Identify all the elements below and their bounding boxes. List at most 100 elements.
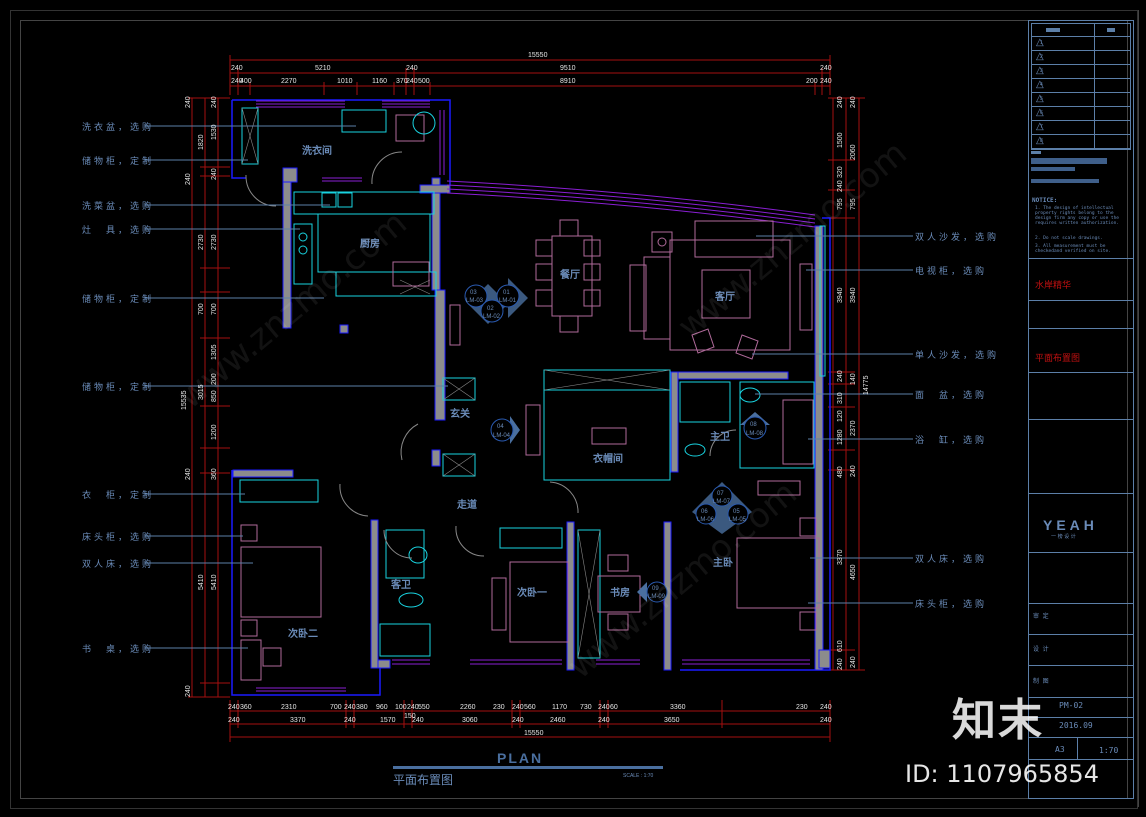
svg-text:240: 240 <box>850 96 857 108</box>
notice-label: NOTICE: <box>1032 197 1058 204</box>
svg-text:07: 07 <box>717 491 724 497</box>
note-left: 双人床，选购 <box>82 560 155 570</box>
svg-text:2460: 2460 <box>550 717 566 724</box>
elevation-marker-4: 04 LM-04 <box>490 416 520 444</box>
svg-text:240: 240 <box>344 717 356 724</box>
svg-text:LM-08: LM-08 <box>746 431 764 437</box>
note-right: 双人床，选购 <box>915 555 988 565</box>
svg-text:3360: 3360 <box>670 704 686 711</box>
elevation-marker-8: 08 LM-08 <box>740 412 770 440</box>
drawing-ratio: 1:70 <box>1099 746 1119 755</box>
revision-table: △ 1 △ 2 △ 3 △ 4 △ 5 △ 6 △ 7 △ 8 <box>1031 23 1131 150</box>
dim-top-total: 15550 <box>528 52 548 59</box>
svg-text:2270: 2270 <box>281 78 297 85</box>
svg-text:LM-03: LM-03 <box>466 298 484 304</box>
svg-text:380: 380 <box>356 704 368 711</box>
plan-title-cn: 平面布置图 <box>393 773 454 787</box>
svg-text:240: 240 <box>231 65 243 72</box>
svg-text:240: 240 <box>185 173 192 185</box>
revision-number: 5 <box>1040 96 1043 102</box>
svg-text:140: 140 <box>850 373 857 385</box>
watermark-brand: 知末 <box>952 695 1044 746</box>
svg-text:1170: 1170 <box>552 704 567 711</box>
svg-text:2310: 2310 <box>281 704 297 711</box>
svg-text:2730: 2730 <box>198 234 205 250</box>
note-left: 储物柜，定制 <box>82 157 155 167</box>
top-dimension-lines <box>229 55 831 95</box>
svg-text:480: 480 <box>837 466 844 478</box>
note-right: 床头柜，选购 <box>915 600 988 610</box>
notice-item-1: 1. The design of intellectual property r… <box>1035 206 1119 226</box>
svg-text:3060: 3060 <box>462 717 478 724</box>
drawing-number: PM-02 <box>1059 701 1084 710</box>
svg-text:240: 240 <box>850 465 857 477</box>
logo-subtitle: 一 榜 设 计 <box>1051 534 1076 540</box>
elevation-marker-group-1-3: 03 LM-03 01 LM-01 02 LM-02 <box>464 278 528 324</box>
drawing-date: 2016.09 <box>1059 721 1093 730</box>
svg-text:700: 700 <box>211 303 218 315</box>
svg-text:700: 700 <box>198 303 205 315</box>
dim-bottom-total: 15550 <box>524 730 544 737</box>
notice-item-3: 3. All measurement must be checkedand ve… <box>1035 244 1111 254</box>
svg-text:06: 06 <box>701 509 708 515</box>
svg-text:240: 240 <box>820 704 832 711</box>
dim-text-bottom: 240 360 2310 700 240 380 960 100 240 550… <box>228 704 832 737</box>
svg-text:240: 240 <box>512 704 524 711</box>
svg-text:500: 500 <box>418 78 430 85</box>
bathtub <box>782 399 814 465</box>
note-left: 床头柜，选购 <box>82 533 155 543</box>
note-left: 洗菜盆，选购 <box>82 202 155 212</box>
room-master-bath: 主卫 <box>710 432 730 443</box>
svg-text:5410: 5410 <box>211 574 218 590</box>
svg-text:240: 240 <box>837 658 844 670</box>
svg-text:01: 01 <box>503 290 510 296</box>
svg-text:240: 240 <box>512 717 524 724</box>
svg-text:550: 550 <box>418 704 430 711</box>
svg-text:240: 240 <box>211 96 218 108</box>
design-label: 设 计 <box>1033 646 1049 653</box>
svg-text:240: 240 <box>228 717 240 724</box>
room-study: 书房 <box>610 588 630 599</box>
note-right: 面 盆，选购 <box>915 391 988 401</box>
svg-text:9510: 9510 <box>560 65 576 72</box>
note-left: 衣 柜，定制 <box>82 491 155 501</box>
revision-number: 4 <box>1040 82 1043 88</box>
revision-number: 1 <box>1040 40 1043 46</box>
svg-text:310: 310 <box>837 392 844 404</box>
revision-row: △ 6 <box>1032 106 1130 121</box>
tv-cabinet <box>799 263 813 331</box>
note-left: 书 桌，选购 <box>82 645 155 655</box>
watermark-id: ID: 1107965854 <box>905 760 1099 788</box>
note-right: 双人沙发，选购 <box>915 233 1000 243</box>
svg-text:120: 120 <box>837 410 844 422</box>
project-name: 水岸精华 <box>1035 281 1072 291</box>
room-second-bedroom-2: 次卧二 <box>288 629 318 640</box>
revision-number: 7 <box>1040 124 1043 130</box>
svg-text:2370: 2370 <box>850 420 857 436</box>
svg-text:5210: 5210 <box>315 65 331 72</box>
svg-text:240: 240 <box>820 717 832 724</box>
revision-row: △ 1 <box>1032 36 1130 51</box>
title-block: △ 1 △ 2 △ 3 △ 4 △ 5 △ 6 △ 7 △ 8 NOTICE: 1. The design o… <box>1028 20 1134 799</box>
svg-text:1820: 1820 <box>198 134 205 150</box>
room-corridor: 走道 <box>457 500 477 511</box>
svg-text:60: 60 <box>610 704 618 711</box>
svg-text:100: 100 <box>395 704 407 711</box>
svg-text:3650: 3650 <box>664 717 680 724</box>
approve-label: 审 定 <box>1033 613 1049 620</box>
svg-text:1160: 1160 <box>372 78 387 85</box>
svg-text:04: 04 <box>497 424 504 430</box>
svg-text:240: 240 <box>228 704 240 711</box>
revision-number: 8 <box>1040 138 1043 144</box>
svg-text:240: 240 <box>185 468 192 480</box>
svg-text:240: 240 <box>598 704 610 711</box>
note-left: 洗衣盆，选购 <box>82 123 155 133</box>
svg-text:1280: 1280 <box>837 429 844 445</box>
revision-row: △ 8 <box>1032 134 1130 149</box>
svg-text:4650: 4650 <box>850 564 857 580</box>
svg-text:LM-02: LM-02 <box>483 314 501 320</box>
svg-text:1500: 1500 <box>837 132 844 148</box>
curved-window <box>446 180 816 228</box>
note-left: 灶 具，选购 <box>82 226 155 236</box>
drawing-name: 平面布置图 <box>1035 354 1081 364</box>
